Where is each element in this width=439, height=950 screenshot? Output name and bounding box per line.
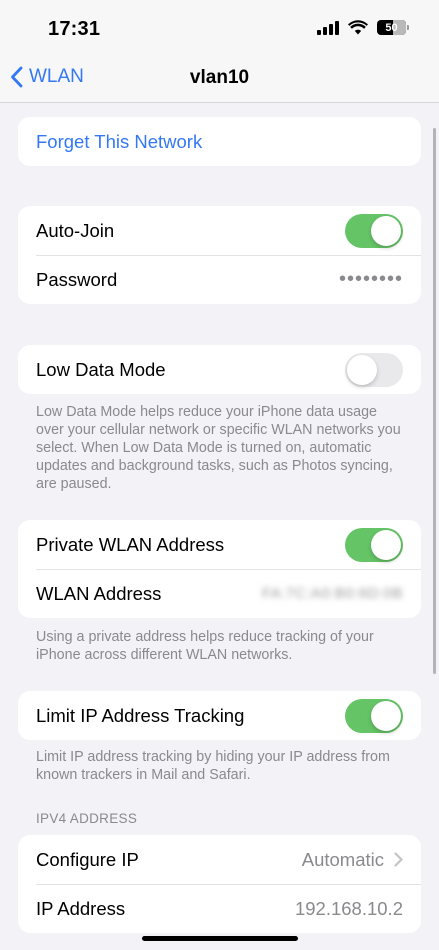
chevron-right-icon (394, 852, 403, 867)
password-label: Password (36, 268, 118, 290)
auto-join-label: Auto-Join (36, 219, 115, 241)
join-card: Auto-Join Password •••••••• (18, 206, 421, 304)
home-indicator[interactable] (142, 936, 298, 941)
ipv4-card: Configure IP Automatic IP Address 192.16… (18, 835, 421, 933)
limit-ip-label: Limit IP Address Tracking (36, 704, 245, 726)
low-data-footnote: Low Data Mode helps reduce your iPhone d… (36, 404, 401, 492)
forget-card: Forget This Network (18, 117, 421, 166)
low-data-card: Low Data Mode (18, 345, 421, 394)
page-title: vlan10 (189, 67, 250, 88)
private-address-card: Private WLAN Address WLAN Address FA:7C:… (18, 520, 421, 618)
wlan-address-row: WLAN Address FA:7C:A0:B0:6D:0B (18, 569, 421, 618)
toggle-knob (371, 700, 401, 731)
limit-ip-toggle[interactable] (345, 698, 403, 733)
wifi-icon (348, 20, 368, 35)
password-value: •••••••• (338, 268, 403, 290)
limit-ip-footnote: Limit IP address tracking by hiding your… (36, 749, 390, 783)
status-time: 17:31 (48, 18, 101, 40)
auto-join-toggle[interactable] (345, 213, 403, 248)
cellular-signal-icon (317, 20, 339, 35)
wlan-address-value: FA:7C:A0:B0:6D:0B (261, 585, 403, 602)
ip-address-value: 192.168.10.2 (294, 897, 403, 919)
ipv4-section-header: IPV4 ADDRESS (36, 811, 138, 826)
scrollbar[interactable] (433, 128, 436, 674)
private-address-label: Private WLAN Address (36, 533, 225, 555)
status-bar: 17:31 50 (0, 0, 439, 58)
configure-ip-label: Configure IP (36, 848, 139, 870)
private-address-toggle[interactable] (345, 527, 403, 562)
forget-network-button[interactable]: Forget This Network (18, 117, 421, 166)
limit-ip-row: Limit IP Address Tracking (18, 691, 421, 740)
low-data-label: Low Data Mode (36, 358, 166, 380)
private-address-row: Private WLAN Address (18, 520, 421, 569)
ip-address-row: IP Address 192.168.10.2 (18, 884, 421, 933)
limit-ip-card: Limit IP Address Tracking (18, 691, 421, 740)
password-row[interactable]: Password •••••••• (18, 255, 421, 304)
toggle-knob (347, 354, 377, 385)
low-data-toggle[interactable] (345, 352, 403, 387)
ip-address-label: IP Address (36, 897, 126, 919)
forget-network-label: Forget This Network (36, 130, 203, 152)
toggle-knob (371, 529, 401, 560)
low-data-row: Low Data Mode (18, 345, 421, 394)
configure-ip-value: Automatic (301, 848, 384, 870)
navigation-bar: WLAN vlan10 (0, 58, 439, 103)
battery-icon: 50 (377, 20, 409, 35)
toggle-knob (371, 215, 401, 246)
wlan-address-label: WLAN Address (36, 582, 162, 604)
battery-level: 50 (385, 21, 398, 34)
configure-ip-row[interactable]: Configure IP Automatic (18, 835, 421, 884)
status-icons: 50 (317, 20, 409, 35)
auto-join-row: Auto-Join (18, 206, 421, 255)
private-address-footnote: Using a private address helps reduce tra… (36, 629, 374, 663)
